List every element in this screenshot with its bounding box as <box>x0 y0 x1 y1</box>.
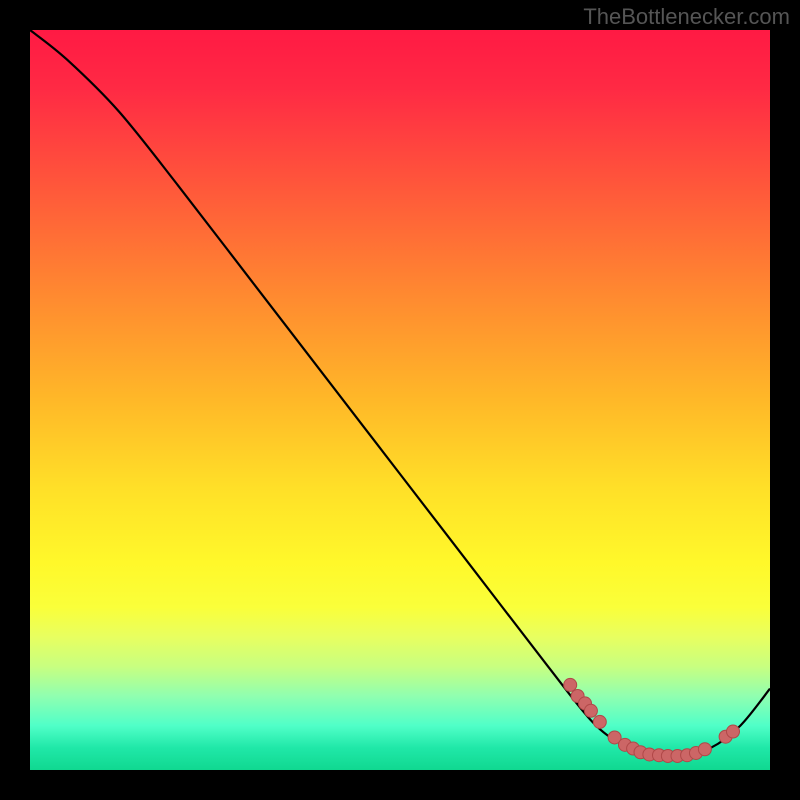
highlight-marker <box>593 715 606 728</box>
highlight-marker <box>584 704 597 717</box>
chart-plot-area <box>30 30 770 770</box>
watermark-label: TheBottlenecker.com <box>583 4 790 30</box>
highlight-marker <box>698 743 711 756</box>
curve-line <box>30 30 770 756</box>
highlight-marker <box>727 725 740 738</box>
chart-svg <box>30 30 770 770</box>
highlight-marker <box>564 678 577 691</box>
